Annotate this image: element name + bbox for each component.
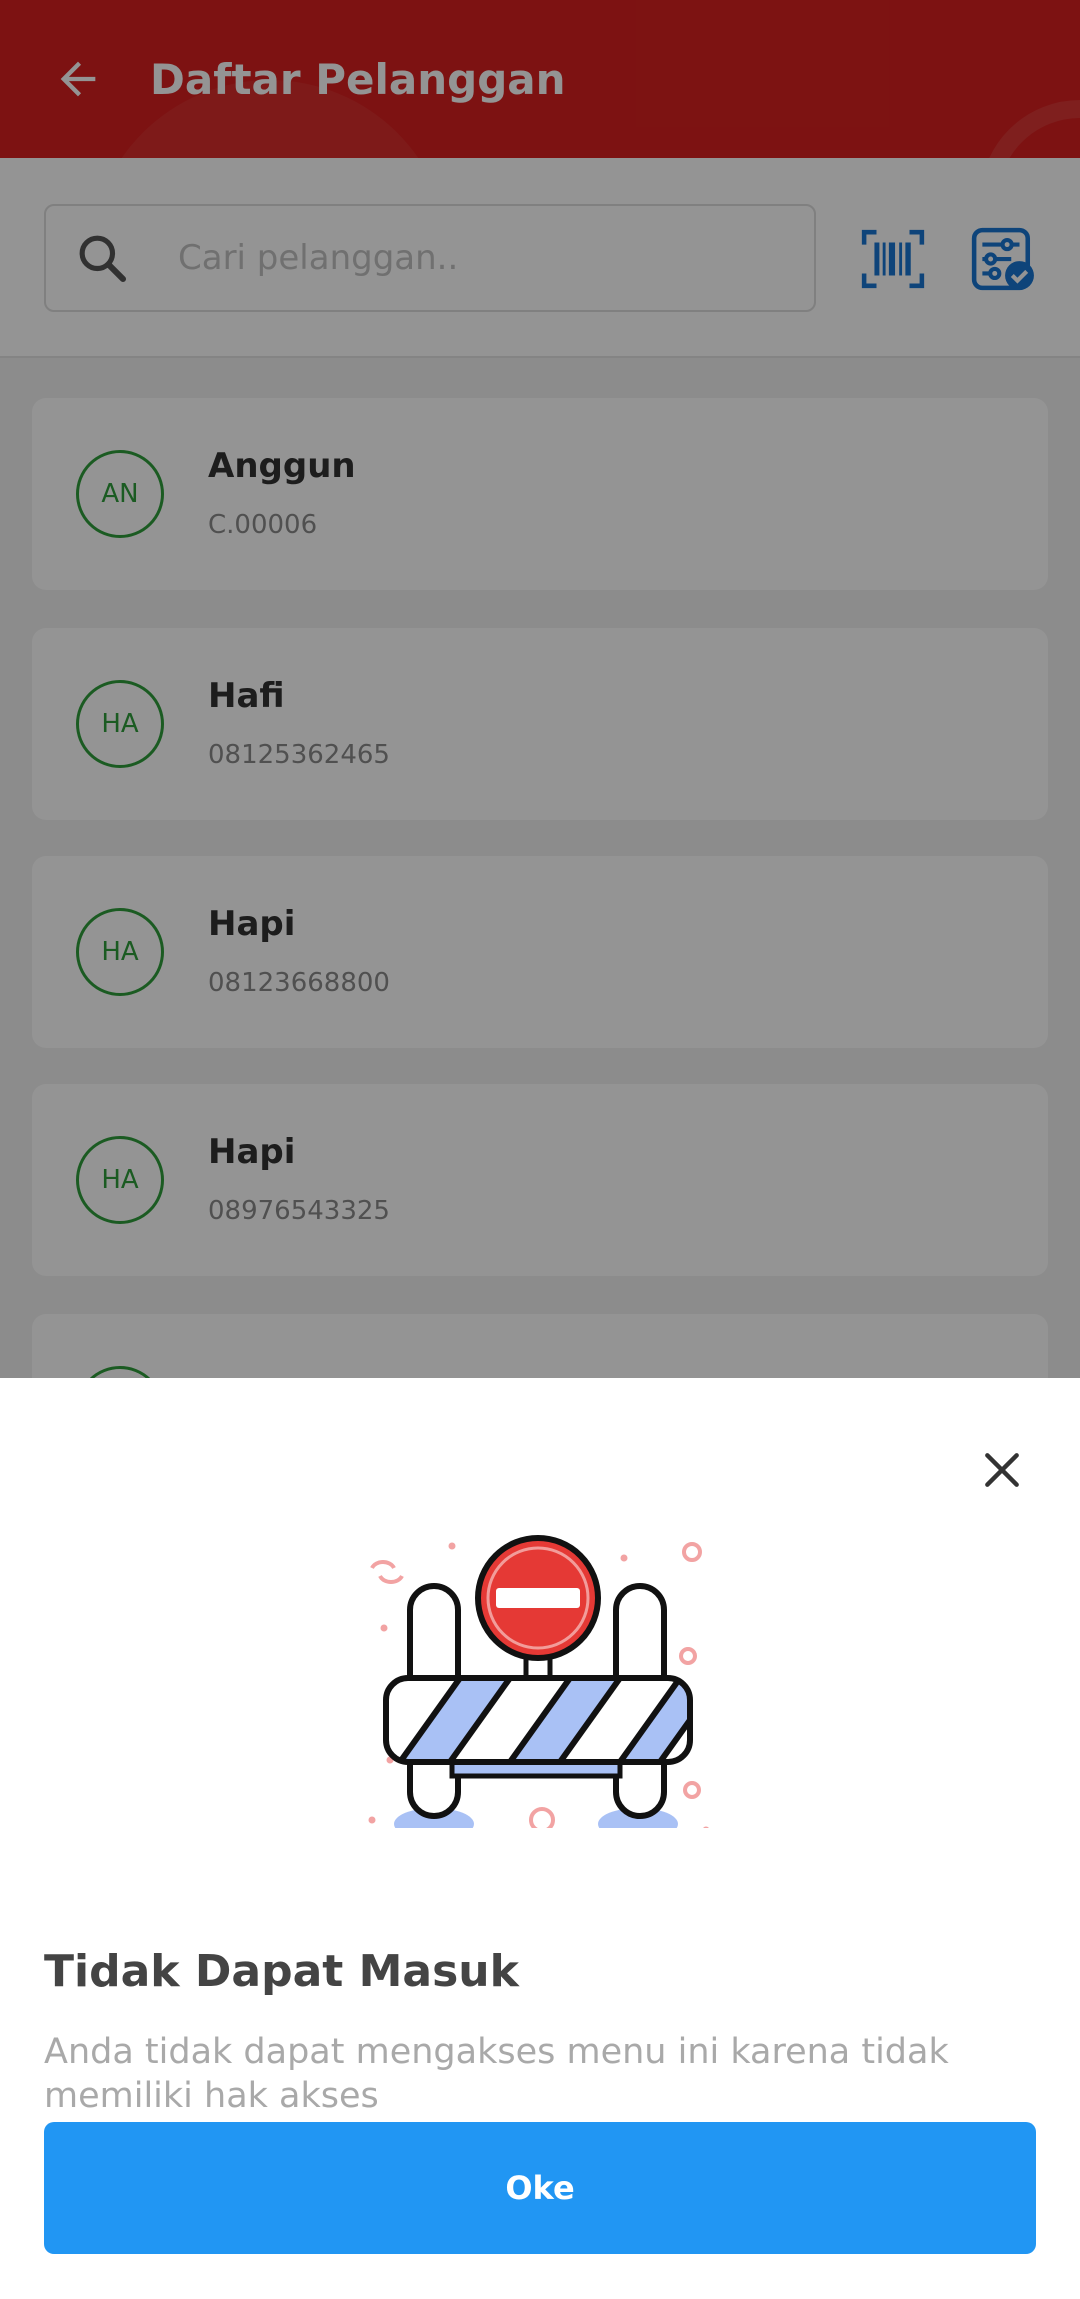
road-barrier-no-entry-icon (368, 1535, 709, 1828)
access-denied-sheet: Tidak Dapat Masuk Anda tidak dapat menga… (0, 1378, 1080, 2299)
modal-scrim[interactable] (0, 0, 1080, 1380)
dialog-message: Anda tidak dapat mengakses menu ini kare… (44, 2032, 949, 2116)
close-button[interactable] (962, 1430, 1042, 1510)
dialog-title: Tidak Dapat Masuk (44, 1946, 519, 1997)
close-icon (985, 1453, 1019, 1487)
ok-button[interactable]: Oke (44, 2122, 1036, 2254)
